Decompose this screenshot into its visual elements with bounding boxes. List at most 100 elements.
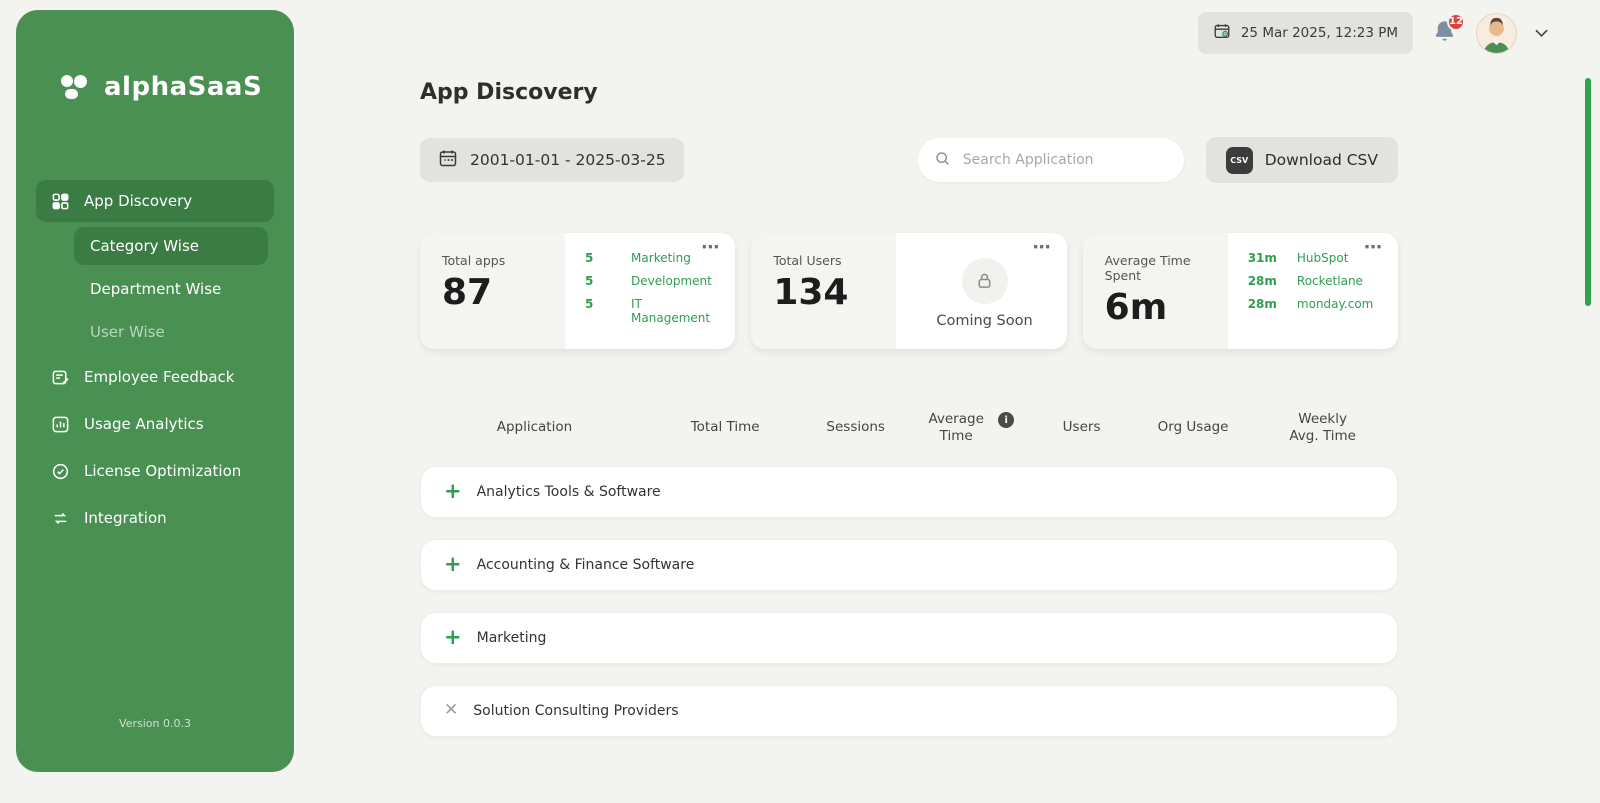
avatar[interactable] (1476, 12, 1517, 54)
sidebar-item-department-wise[interactable]: Department Wise (74, 270, 268, 308)
stat-value: 6m (1104, 287, 1168, 328)
stat-label: Total apps (442, 253, 506, 268)
stat-value: 87 (442, 272, 493, 313)
search-icon (934, 150, 951, 171)
column-org-usage: Org Usage (1157, 419, 1229, 436)
expand-plus-icon[interactable]: + (444, 627, 462, 648)
card-menu-dots-icon[interactable]: ⋯ (701, 237, 721, 258)
breakdown-count: 5 (585, 274, 594, 288)
sidebar-item-label: Integration (84, 509, 167, 527)
column-average-time-label: Average Time (928, 411, 984, 444)
breakdown-count: 5 (585, 251, 594, 265)
calendar-icon (438, 148, 458, 172)
sidebar-item-integration[interactable]: Integration (36, 497, 274, 539)
coming-soon-label: Coming Soon (936, 312, 1033, 329)
sidebar-item-label: App Discovery (84, 192, 193, 210)
datetime-badge[interactable]: 25 Mar 2025, 12:23 PM (1197, 12, 1413, 54)
category-row-analytics-tools[interactable]: + Analytics Tools & Software (420, 465, 1398, 518)
main-content: App Discovery 2001-01-01 - 2025-03-25 Se… (420, 80, 1398, 737)
csv-file-icon: CSV (1225, 146, 1253, 174)
breakdown-name: Rocketlane (1296, 274, 1363, 288)
card-menu-dots-icon[interactable]: ⋯ (1364, 237, 1384, 258)
sidebar-item-label: Category Wise (90, 237, 199, 255)
category-name: Solution Consulting Providers (473, 702, 679, 719)
expand-plus-icon[interactable]: + (444, 481, 462, 502)
info-icon[interactable]: i (998, 412, 1015, 428)
sidebar-item-usage-analytics[interactable]: Usage Analytics (36, 403, 274, 445)
download-csv-button[interactable]: CSV Download CSV (1205, 137, 1398, 183)
lock-icon (961, 257, 1008, 304)
column-average-time: Average Time i (920, 411, 1015, 445)
breakdown-count: 31m (1247, 251, 1277, 265)
breakdown-name: Development (631, 274, 712, 288)
average-time-card: Average Time Spent 6m 31m HubSpot 28m Ro… (1082, 233, 1398, 349)
breakdown-name: HubSpot (1296, 251, 1349, 265)
breakdown-row: 28m Rocketlane (1248, 274, 1384, 288)
expand-plus-icon[interactable]: + (444, 554, 462, 575)
table-header: Application Total Time Sessions Average … (420, 411, 1398, 445)
breakdown-name: monday.com (1296, 297, 1374, 311)
search-input[interactable] (960, 151, 1168, 169)
integration-sync-icon (50, 508, 70, 528)
breakdown-count: 28m (1247, 274, 1277, 288)
logo: alphaSaaS (16, 10, 294, 104)
page-title: App Discovery (420, 80, 598, 105)
topbar: 25 Mar 2025, 12:23 PM 12 (1197, 12, 1548, 54)
column-sessions: Sessions (826, 419, 885, 436)
grid-icon (50, 191, 70, 211)
breakdown-row: 5 IT Management (585, 297, 721, 325)
search-box (917, 138, 1184, 182)
bell-icon (1431, 20, 1458, 49)
stat-label: Average Time Spent (1104, 253, 1191, 283)
sidebar-item-employee-feedback[interactable]: Employee Feedback (36, 356, 274, 398)
sidebar-item-label: User Wise (90, 323, 165, 341)
bar-chart-icon (50, 414, 70, 434)
column-application: Application (496, 419, 573, 436)
logo-text: alphaSaaS (104, 72, 263, 102)
notifications-button[interactable]: 12 (1431, 12, 1465, 49)
column-total-time: Total Time (690, 419, 760, 436)
breakdown-name: IT Management (631, 297, 711, 325)
sidebar-item-label: Department Wise (90, 280, 222, 298)
stat-label: Total Users (773, 253, 842, 268)
notification-count-badge: 12 (1447, 12, 1465, 31)
average-time-summary: Average Time Spent 6m (1082, 233, 1228, 349)
category-row-marketing[interactable]: + Marketing (420, 611, 1398, 664)
chevron-down-icon[interactable] (1535, 29, 1548, 37)
card-menu-dots-icon[interactable]: ⋯ (1033, 237, 1053, 258)
sidebar-item-category-wise[interactable]: Category Wise (74, 227, 268, 265)
total-apps-summary: Total apps 87 (420, 233, 566, 349)
datetime-text: 25 Mar 2025, 12:23 PM (1240, 25, 1398, 41)
breakdown-row: 5 Development (585, 274, 721, 288)
license-check-icon (50, 461, 70, 481)
version-label: Version 0.0.3 (119, 717, 191, 730)
category-name: Accounting & Finance Software (476, 556, 695, 573)
total-users-summary: Total Users 134 (751, 233, 897, 349)
date-range-button[interactable]: 2001-01-01 - 2025-03-25 (420, 138, 684, 182)
alphasaas-logo-icon (58, 70, 92, 104)
breakdown-count: 5 (585, 297, 594, 311)
collapse-x-icon[interactable]: ✕ (444, 702, 458, 719)
sidebar-item-label: License Optimization (84, 462, 242, 480)
breakdown-name: Marketing (631, 251, 691, 265)
feedback-icon (50, 367, 70, 387)
breakdown-count: 28m (1247, 297, 1277, 311)
column-weekly-avg-time: Weekly Avg. Time (1289, 411, 1356, 444)
sidebar-item-user-wise[interactable]: User Wise (74, 313, 268, 351)
breakdown-row: 28m monday.com (1248, 297, 1384, 311)
sidebar: alphaSaaS App Discovery Category Wise De… (16, 10, 294, 772)
right-controls: CSV Download CSV (917, 137, 1398, 183)
page-scrollbar-thumb[interactable] (1585, 78, 1591, 306)
controls-row: 2001-01-01 - 2025-03-25 CSV Download CSV (420, 137, 1398, 183)
stat-value: 134 (773, 272, 849, 313)
date-range-text: 2001-01-01 - 2025-03-25 (470, 151, 666, 169)
total-users-card: Total Users 134 Coming Soon ⋯ (751, 233, 1067, 349)
category-row-accounting-finance[interactable]: + Accounting & Finance Software (420, 538, 1398, 591)
calendar-clock-icon (1213, 22, 1231, 44)
sidebar-menu: App Discovery Category Wise Department W… (16, 180, 294, 539)
download-csv-label: Download CSV (1264, 151, 1378, 169)
column-users: Users (1062, 419, 1101, 436)
sidebar-item-app-discovery[interactable]: App Discovery (36, 180, 274, 222)
sidebar-item-license-optimization[interactable]: License Optimization (36, 450, 274, 492)
category-row-solution-consulting[interactable]: ✕ Solution Consulting Providers (420, 684, 1398, 737)
